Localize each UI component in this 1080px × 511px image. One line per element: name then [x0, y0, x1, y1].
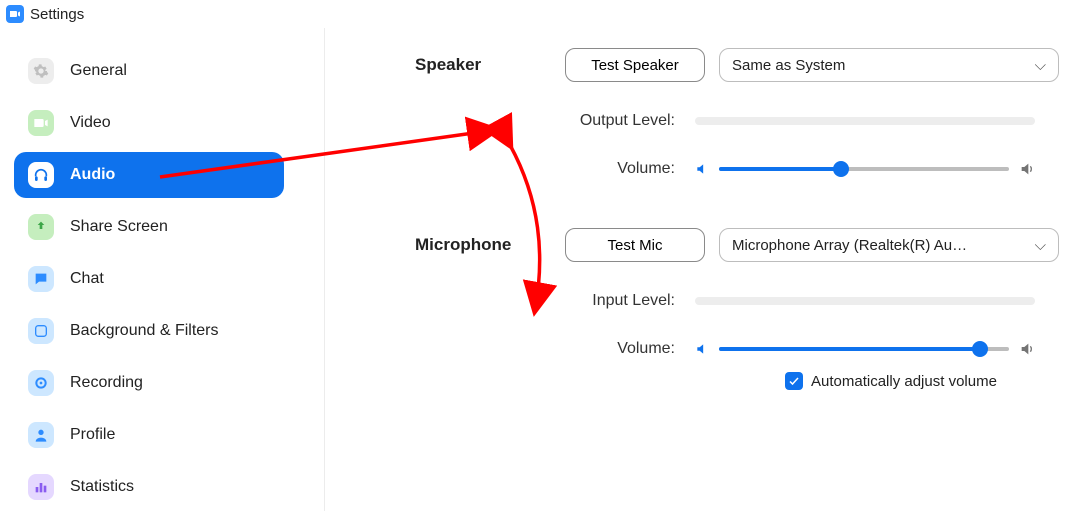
input-level-label: Input Level: — [415, 292, 695, 310]
chevron-down-icon: ⌵ — [1035, 237, 1046, 254]
sidebar-item-share-screen[interactable]: Share Screen — [14, 204, 284, 250]
volume-high-icon — [1019, 341, 1035, 357]
audio-settings-panel: Speaker Test Speaker Same as System ⌵ Ou… — [325, 28, 1080, 511]
test-speaker-button[interactable]: Test Speaker — [565, 48, 705, 82]
sidebar-item-label: Recording — [70, 374, 143, 392]
sidebar-item-chat[interactable]: Chat — [14, 256, 284, 302]
microphone-volume-label: Volume: — [415, 340, 695, 358]
speaker-device-select[interactable]: Same as System ⌵ — [719, 48, 1059, 82]
volume-low-icon — [695, 162, 709, 176]
auto-adjust-volume-label: Automatically adjust volume — [811, 373, 997, 390]
sidebar-item-label: Chat — [70, 270, 104, 288]
sidebar-item-label: Statistics — [70, 478, 134, 496]
sidebar-item-label: Background & Filters — [70, 322, 219, 340]
background-filters-icon — [28, 318, 54, 344]
statistics-icon — [28, 474, 54, 500]
sidebar-item-video[interactable]: Video — [14, 100, 284, 146]
microphone-device-select[interactable]: Microphone Array (Realtek(R) Au… ⌵ — [719, 228, 1059, 262]
output-level-label: Output Level: — [415, 112, 695, 130]
sidebar-item-label: Audio — [70, 166, 115, 184]
sidebar-item-background-filters[interactable]: Background & Filters — [14, 308, 284, 354]
speaker-heading: Speaker — [415, 55, 565, 75]
sidebar-item-label: General — [70, 62, 127, 80]
headphones-icon — [28, 162, 54, 188]
sidebar-item-audio[interactable]: Audio — [14, 152, 284, 198]
sidebar-item-label: Video — [70, 114, 111, 132]
microphone-device-value: Microphone Array (Realtek(R) Au… — [732, 237, 967, 254]
sidebar-item-profile[interactable]: Profile — [14, 412, 284, 458]
title-bar: Settings — [0, 0, 1080, 28]
zoom-app-icon — [6, 5, 24, 23]
auto-adjust-volume-checkbox[interactable] — [785, 372, 803, 390]
input-level-meter — [695, 297, 1035, 305]
profile-icon — [28, 422, 54, 448]
speaker-volume-slider[interactable] — [719, 161, 1009, 177]
sidebar-item-recording[interactable]: Recording — [14, 360, 284, 406]
microphone-volume-slider[interactable] — [719, 341, 1009, 357]
sidebar-item-label: Profile — [70, 426, 115, 444]
volume-low-icon — [695, 342, 709, 356]
gear-icon — [28, 58, 54, 84]
sidebar-item-label: Share Screen — [70, 218, 168, 236]
microphone-heading: Microphone — [415, 235, 565, 255]
chat-icon — [28, 266, 54, 292]
test-mic-button[interactable]: Test Mic — [565, 228, 705, 262]
recording-icon — [28, 370, 54, 396]
sidebar-item-statistics[interactable]: Statistics — [14, 464, 284, 510]
speaker-device-value: Same as System — [732, 57, 845, 74]
sidebar-item-general[interactable]: General — [14, 48, 284, 94]
output-level-meter — [695, 117, 1035, 125]
video-icon — [28, 110, 54, 136]
speaker-volume-label: Volume: — [415, 160, 695, 178]
settings-sidebar: General Video Audio Share Screen Chat — [0, 28, 325, 511]
share-screen-icon — [28, 214, 54, 240]
volume-high-icon — [1019, 161, 1035, 177]
chevron-down-icon: ⌵ — [1035, 57, 1046, 74]
window-title: Settings — [30, 6, 84, 23]
